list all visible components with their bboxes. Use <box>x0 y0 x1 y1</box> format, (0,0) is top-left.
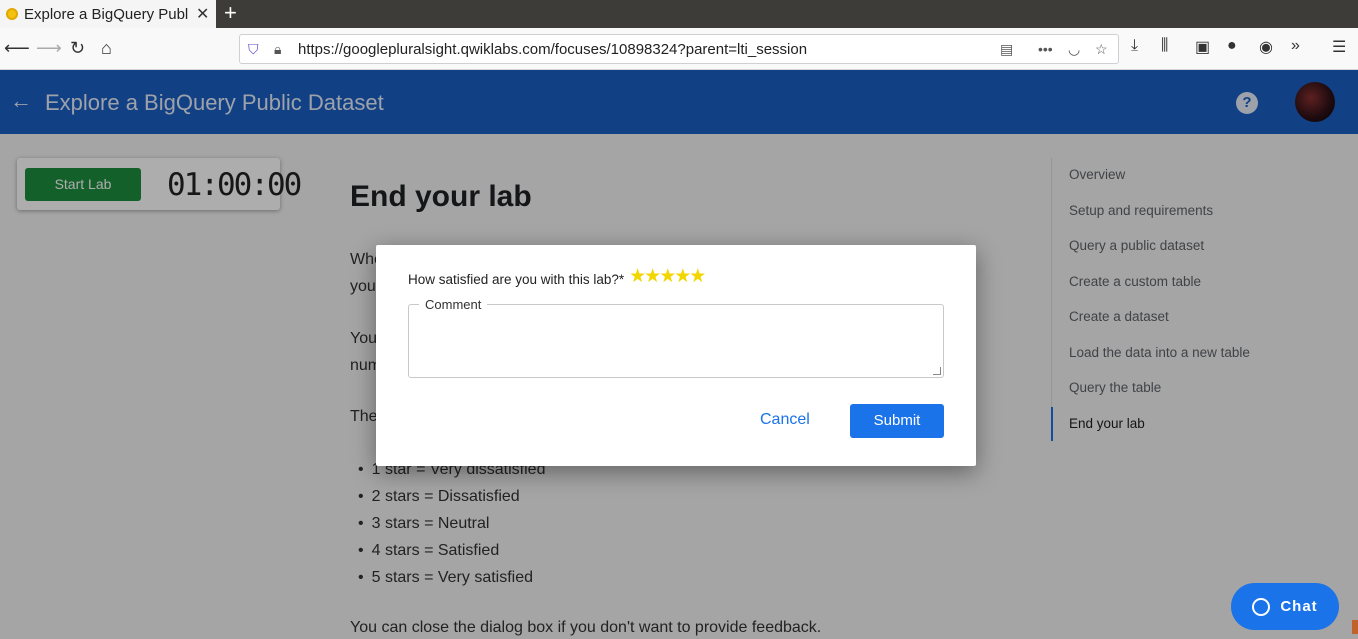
extension-icon[interactable]: ● <box>1227 37 1237 55</box>
star-rating: ★ ★ ★ ★ ★ <box>629 267 706 286</box>
account-icon[interactable]: ◉ <box>1259 37 1273 57</box>
tracking-shield-icon[interactable]: ⛉ <box>248 41 259 58</box>
comment-field[interactable]: Comment <box>408 297 944 378</box>
browser-tab-bar: Explore a BigQuery Publ ✕ + <box>0 0 1358 28</box>
chat-label: Chat <box>1280 598 1318 615</box>
browser-tab[interactable]: Explore a BigQuery Publ ✕ <box>0 0 216 28</box>
download-icon[interactable]: ⤓ <box>1131 37 1138 55</box>
browser-navbar: ⟵ ⟶ ↻ ⌂ ⛉ 🔒︎ https://googlepluralsight.q… <box>0 28 1358 70</box>
library-icon[interactable]: ⫼ <box>1161 37 1168 55</box>
page-edge-marker <box>1352 620 1358 634</box>
reader-view-icon[interactable]: ▤ <box>1000 41 1013 58</box>
star-icon[interactable]: ★ <box>689 267 706 286</box>
page-actions-icon[interactable]: ••• <box>1038 41 1053 57</box>
back-icon[interactable]: ⟵ <box>4 36 30 60</box>
cancel-button[interactable]: Cancel <box>760 411 810 429</box>
tab-title: Explore a BigQuery Publ <box>24 5 189 23</box>
menu-icon[interactable]: ☰ <box>1332 37 1346 57</box>
bookmark-star-icon[interactable]: ☆ <box>1095 41 1108 58</box>
comment-label: Comment <box>419 297 488 312</box>
forward-icon[interactable]: ⟶ <box>36 36 62 60</box>
submit-button[interactable]: Submit <box>850 404 944 438</box>
feedback-dialog: How satisfied are you with this lab?* ★ … <box>376 245 976 466</box>
chat-bubble-icon <box>1252 597 1271 616</box>
lock-icon[interactable]: 🔒︎ <box>274 41 281 58</box>
new-tab-button[interactable]: + <box>224 0 237 28</box>
overflow-icon[interactable]: » <box>1291 37 1300 55</box>
close-tab-icon[interactable]: ✕ <box>196 4 209 24</box>
sidebar-icon[interactable]: ▣ <box>1195 37 1210 57</box>
rating-question-label: How satisfied are you with this lab?* <box>408 272 625 287</box>
reload-icon[interactable]: ↻ <box>70 36 85 60</box>
resize-handle-icon[interactable] <box>933 367 941 375</box>
rating-question: How satisfied are you with this lab?* ★ … <box>408 267 706 287</box>
chat-button[interactable]: Chat <box>1231 583 1339 630</box>
qwiklabs-favicon-icon <box>6 8 18 20</box>
home-icon[interactable]: ⌂ <box>101 36 112 60</box>
url-text[interactable]: https://googlepluralsight.qwiklabs.com/f… <box>298 41 807 58</box>
url-bar[interactable]: ⛉ 🔒︎ https://googlepluralsight.qwiklabs.… <box>239 34 1119 64</box>
pocket-icon[interactable]: ◡ <box>1068 41 1080 58</box>
